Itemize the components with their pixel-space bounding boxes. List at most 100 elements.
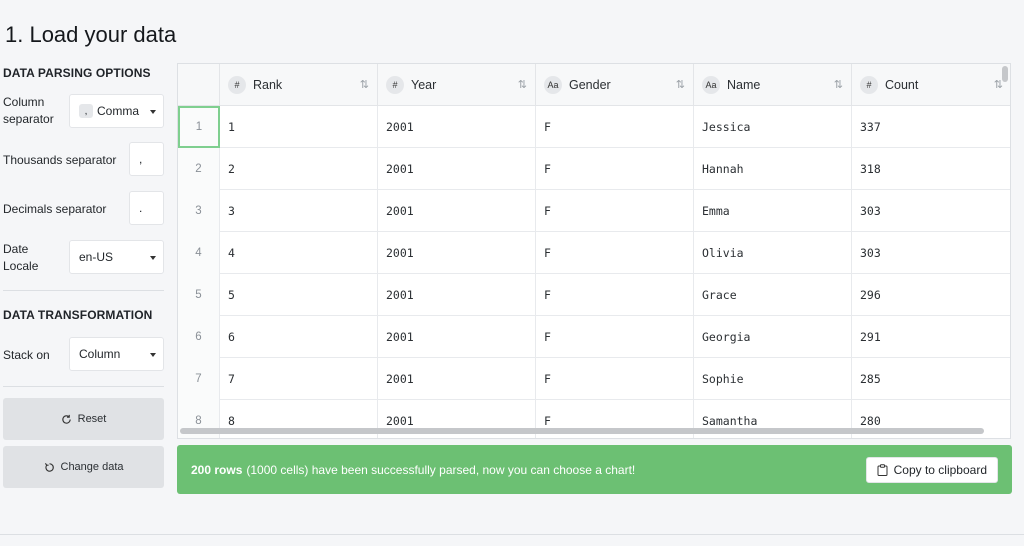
cell-gender[interactable]: F bbox=[536, 274, 694, 316]
cell-year[interactable]: 2001 bbox=[378, 106, 536, 148]
caret-down-icon bbox=[150, 256, 156, 260]
number-type-icon: # bbox=[860, 76, 878, 94]
text-type-icon: Aa bbox=[544, 76, 562, 94]
column-header-year[interactable]: # Year ⇅ bbox=[378, 64, 536, 106]
sort-icon[interactable]: ⇅ bbox=[360, 78, 369, 91]
cell-count[interactable]: 318 bbox=[852, 148, 1010, 190]
date-locale-value: en-US bbox=[79, 250, 114, 264]
column-separator-value: Comma bbox=[97, 104, 140, 118]
cell-name[interactable]: Emma bbox=[694, 190, 852, 232]
cell-year[interactable]: 2001 bbox=[378, 190, 536, 232]
column-header-name[interactable]: Aa Name ⇅ bbox=[694, 64, 852, 106]
refresh-icon bbox=[61, 414, 71, 424]
cell-name[interactable]: Sophie bbox=[694, 358, 852, 400]
stack-on-value: Column bbox=[79, 347, 121, 361]
cell-count[interactable]: 303 bbox=[852, 190, 1010, 232]
table-row[interactable]: 7 7 2001 F Sophie 285 bbox=[178, 358, 1010, 400]
horizontal-scrollbar[interactable] bbox=[180, 428, 984, 434]
reset-label: Reset bbox=[77, 413, 107, 425]
column-header-label: Year bbox=[411, 78, 437, 92]
cell-count[interactable]: 296 bbox=[852, 274, 1010, 316]
cell-name[interactable]: Georgia bbox=[694, 316, 852, 358]
clipboard-icon bbox=[877, 464, 888, 476]
thousands-separator-input[interactable]: , bbox=[129, 142, 164, 176]
cell-gender[interactable]: F bbox=[536, 190, 694, 232]
cell-rank[interactable]: 2 bbox=[220, 148, 378, 190]
table-header: # Rank ⇅ # Year ⇅ Aa Gender ⇅ Aa Name ⇅ … bbox=[178, 64, 1010, 106]
number-type-icon: # bbox=[386, 76, 404, 94]
cell-rank[interactable]: 7 bbox=[220, 358, 378, 400]
column-header-rank[interactable]: # Rank ⇅ bbox=[220, 64, 378, 106]
row-index[interactable]: 2 bbox=[178, 148, 220, 190]
cell-name[interactable]: Jessica bbox=[694, 106, 852, 148]
stack-on-label: Stack on bbox=[3, 348, 50, 362]
cell-year[interactable]: 2001 bbox=[378, 232, 536, 274]
date-locale-label: Date Locale bbox=[3, 242, 39, 273]
page-title: 1. Load your data bbox=[5, 22, 177, 47]
table-body: 1 1 2001 F Jessica 337 2 2 2001 F Hannah 318 3 3 2001 F… bbox=[178, 106, 1010, 438]
transformation-section-title: DATA TRANSFORMATION bbox=[3, 308, 153, 322]
reset-button[interactable]: Reset bbox=[3, 398, 164, 440]
cell-name[interactable]: Olivia bbox=[694, 232, 852, 274]
cell-rank[interactable]: 6 bbox=[220, 316, 378, 358]
divider bbox=[3, 386, 164, 387]
sort-icon[interactable]: ⇅ bbox=[834, 78, 843, 91]
column-header-count[interactable]: # Count ⇅ bbox=[852, 64, 1010, 106]
text-type-icon: Aa bbox=[702, 76, 720, 94]
table-row[interactable]: 3 3 2001 F Emma 303 bbox=[178, 190, 1010, 232]
cell-count[interactable]: 337 bbox=[852, 106, 1010, 148]
row-index[interactable]: 5 bbox=[178, 274, 220, 316]
cell-gender[interactable]: F bbox=[536, 232, 694, 274]
sort-icon[interactable]: ⇅ bbox=[676, 78, 685, 91]
cell-rank[interactable]: 1 bbox=[220, 106, 378, 148]
cell-name[interactable]: Grace bbox=[694, 274, 852, 316]
cell-rank[interactable]: 4 bbox=[220, 232, 378, 274]
column-header-gender[interactable]: Aa Gender ⇅ bbox=[536, 64, 694, 106]
footer-divider bbox=[0, 534, 1024, 535]
rows-count: 200 rows bbox=[191, 462, 243, 477]
copy-label: Copy to clipboard bbox=[893, 463, 987, 477]
row-index[interactable]: 1 bbox=[178, 106, 220, 148]
table-row[interactable]: 2 2 2001 F Hannah 318 bbox=[178, 148, 1010, 190]
cell-rank[interactable]: 3 bbox=[220, 190, 378, 232]
stack-on-select[interactable]: Column bbox=[69, 337, 164, 371]
row-index[interactable]: 3 bbox=[178, 190, 220, 232]
parsing-section-title: DATA PARSING OPTIONS bbox=[3, 66, 151, 80]
caret-down-icon bbox=[150, 110, 156, 114]
row-index[interactable]: 4 bbox=[178, 232, 220, 274]
sort-icon[interactable]: ⇅ bbox=[518, 78, 527, 91]
cell-gender[interactable]: F bbox=[536, 316, 694, 358]
cell-count[interactable]: 291 bbox=[852, 316, 1010, 358]
table-row[interactable]: 4 4 2001 F Olivia 303 bbox=[178, 232, 1010, 274]
thousands-separator-label: Thousands separator bbox=[3, 153, 117, 167]
table-row[interactable]: 6 6 2001 F Georgia 291 bbox=[178, 316, 1010, 358]
column-header-label: Count bbox=[885, 78, 919, 92]
cell-year[interactable]: 2001 bbox=[378, 316, 536, 358]
decimals-separator-input[interactable]: . bbox=[129, 191, 164, 225]
cell-year[interactable]: 2001 bbox=[378, 358, 536, 400]
table-row[interactable]: 5 5 2001 F Grace 296 bbox=[178, 274, 1010, 316]
cell-gender[interactable]: F bbox=[536, 148, 694, 190]
caret-down-icon bbox=[150, 353, 156, 357]
row-index[interactable]: 7 bbox=[178, 358, 220, 400]
row-index[interactable]: 6 bbox=[178, 316, 220, 358]
date-locale-select[interactable]: en-US bbox=[69, 240, 164, 274]
cell-gender[interactable]: F bbox=[536, 358, 694, 400]
data-grid[interactable]: # Rank ⇅ # Year ⇅ Aa Gender ⇅ Aa Name ⇅ … bbox=[177, 63, 1011, 439]
number-type-icon: # bbox=[228, 76, 246, 94]
decimals-separator-label: Decimals separator bbox=[3, 202, 107, 216]
cell-count[interactable]: 285 bbox=[852, 358, 1010, 400]
cell-count[interactable]: 303 bbox=[852, 232, 1010, 274]
cell-rank[interactable]: 5 bbox=[220, 274, 378, 316]
column-separator-select[interactable]: , Comma bbox=[69, 94, 164, 128]
column-header-label: Rank bbox=[253, 78, 283, 92]
vertical-scrollbar[interactable] bbox=[1002, 66, 1008, 82]
table-row[interactable]: 1 1 2001 F Jessica 337 bbox=[178, 106, 1010, 148]
change-data-label: Change data bbox=[60, 461, 124, 473]
cell-gender[interactable]: F bbox=[536, 106, 694, 148]
cell-name[interactable]: Hannah bbox=[694, 148, 852, 190]
cell-year[interactable]: 2001 bbox=[378, 148, 536, 190]
change-data-button[interactable]: Change data bbox=[3, 446, 164, 488]
cell-year[interactable]: 2001 bbox=[378, 274, 536, 316]
copy-to-clipboard-button[interactable]: Copy to clipboard bbox=[865, 457, 998, 483]
